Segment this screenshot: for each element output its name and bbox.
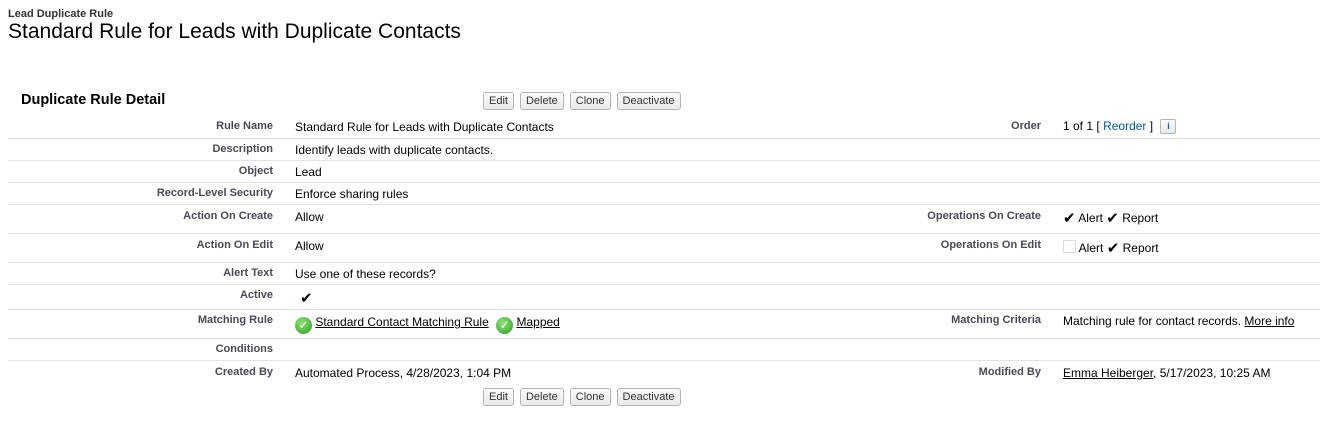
matching-criteria-value-group: Matching rule for contact records. More … <box>1063 314 1294 328</box>
edit-button[interactable]: Edit <box>483 92 514 110</box>
row-active: Active ✔ <box>8 285 1320 310</box>
description-label: Description <box>212 143 273 155</box>
bottom-button-row: Edit Delete Clone Deactivate <box>483 388 681 406</box>
order-label: Order <box>1011 120 1041 132</box>
order-bracket-close: ] <box>1149 119 1154 133</box>
conditions-label: Conditions <box>215 343 273 355</box>
action-on-edit-value: Allow <box>295 239 324 253</box>
checkmark-icon: ✔ <box>300 290 313 307</box>
clone-button[interactable]: Clone <box>569 388 611 406</box>
unchecked-box-icon <box>1063 240 1076 253</box>
reorder-link[interactable]: Reorder <box>1103 119 1146 133</box>
ops-on-create-report: Report <box>1122 211 1159 225</box>
page-type-label: Lead Duplicate Rule <box>8 8 114 20</box>
modified-by-user-link[interactable]: Emma Heiberger <box>1063 366 1153 380</box>
action-on-create-label: Action On Create <box>183 210 273 222</box>
ops-on-edit-label: Operations On Edit <box>940 239 1041 251</box>
checkmark-icon: ✔ <box>1106 210 1119 227</box>
section-title: Duplicate Rule Detail <box>21 92 166 108</box>
ops-on-create-value: ✔ Alert ✔ Report <box>1063 210 1159 227</box>
row-description: Description Identify leads with duplicat… <box>8 139 1320 161</box>
order-value-group: 1 of 1 [ Reorder ] i <box>1063 119 1177 135</box>
more-info-link[interactable]: More info <box>1244 314 1294 328</box>
checkmark-icon: ✔ <box>1106 240 1120 257</box>
description-value: Identify leads with duplicate contacts. <box>295 143 494 157</box>
rule-name-value: Standard Rule for Leads with Duplicate C… <box>295 120 554 134</box>
edit-button[interactable]: Edit <box>483 388 514 406</box>
ops-on-edit-alert: Alert <box>1078 241 1104 255</box>
page-title: Standard Rule for Leads with Duplicate C… <box>8 20 461 43</box>
action-on-create-value: Allow <box>295 210 324 224</box>
clone-button[interactable]: Clone <box>569 92 611 110</box>
row-object: Object Lead <box>8 161 1320 183</box>
ops-on-edit-value: Alert ✔ Report <box>1063 240 1159 257</box>
row-alert-text: Alert Text Use one of these records? <box>8 263 1320 285</box>
rule-name-label: Rule Name <box>216 120 273 132</box>
record-security-value: Enforce sharing rules <box>295 187 409 201</box>
matching-rule-label: Matching Rule <box>197 314 273 326</box>
object-label: Object <box>238 165 273 177</box>
order-value: 1 of 1 <box>1063 119 1094 133</box>
page-header: Lead Duplicate Rule Standard Rule for Le… <box>8 8 461 44</box>
alert-text-label: Alert Text <box>223 267 273 279</box>
record-security-label: Record-Level Security <box>156 187 273 199</box>
green-check-circle-icon: ✓ <box>295 317 312 334</box>
row-rule-name: Rule Name Standard Rule for Leads with D… <box>8 116 1320 139</box>
row-created-by: Created By Automated Process, 4/28/2023,… <box>8 361 1320 385</box>
matching-criteria-label: Matching Criteria <box>951 314 1041 326</box>
green-check-circle-icon: ✓ <box>496 317 514 334</box>
delete-button[interactable]: Delete <box>519 92 564 110</box>
modified-by-label: Modified By <box>978 366 1041 378</box>
ops-on-create-label: Operations On Create <box>927 210 1041 222</box>
row-conditions: Conditions <box>8 339 1320 361</box>
mapped-link[interactable]: Mapped <box>516 315 559 329</box>
matching-criteria-value: Matching rule for contact records. <box>1063 314 1242 328</box>
matching-rule-link[interactable]: Standard Contact Matching Rule <box>315 315 488 329</box>
matching-rule-value: ✓ Standard Contact Matching Rule ✓ Mappe… <box>295 315 560 334</box>
ops-on-edit-report: Report <box>1122 241 1159 255</box>
alert-text-value: Use one of these records? <box>295 267 436 281</box>
top-button-row: Edit Delete Clone Deactivate <box>483 92 681 110</box>
created-by-value: Automated Process, 4/28/2023, 1:04 PM <box>295 366 512 380</box>
modified-by-value: Emma Heiberger, 5/17/2023, 10:25 AM <box>1063 366 1270 380</box>
active-label: Active <box>239 289 273 301</box>
row-matching-rule: Matching Rule ✓ Standard Contact Matchin… <box>8 310 1320 339</box>
deactivate-button[interactable]: Deactivate <box>616 388 681 406</box>
action-on-edit-label: Action On Edit <box>196 239 273 251</box>
object-value: Lead <box>295 165 322 179</box>
row-action-on-create: Action On Create Allow Operations On Cre… <box>8 205 1320 234</box>
active-value: ✔ <box>300 290 313 307</box>
created-by-label: Created By <box>214 366 273 378</box>
order-bracket-open: [ <box>1096 119 1100 133</box>
row-record-security: Record-Level Security Enforce sharing ru… <box>8 183 1320 205</box>
delete-button[interactable]: Delete <box>519 388 564 406</box>
modified-by-date: , 5/17/2023, 10:25 AM <box>1153 366 1271 380</box>
detail-table: Rule Name Standard Rule for Leads with D… <box>8 116 1320 385</box>
info-icon[interactable]: i <box>1160 119 1177 135</box>
checkmark-icon: ✔ <box>1063 210 1076 227</box>
deactivate-button[interactable]: Deactivate <box>616 92 681 110</box>
row-action-on-edit: Action On Edit Allow Operations On Edit … <box>8 234 1320 263</box>
ops-on-create-alert: Alert <box>1078 211 1103 225</box>
